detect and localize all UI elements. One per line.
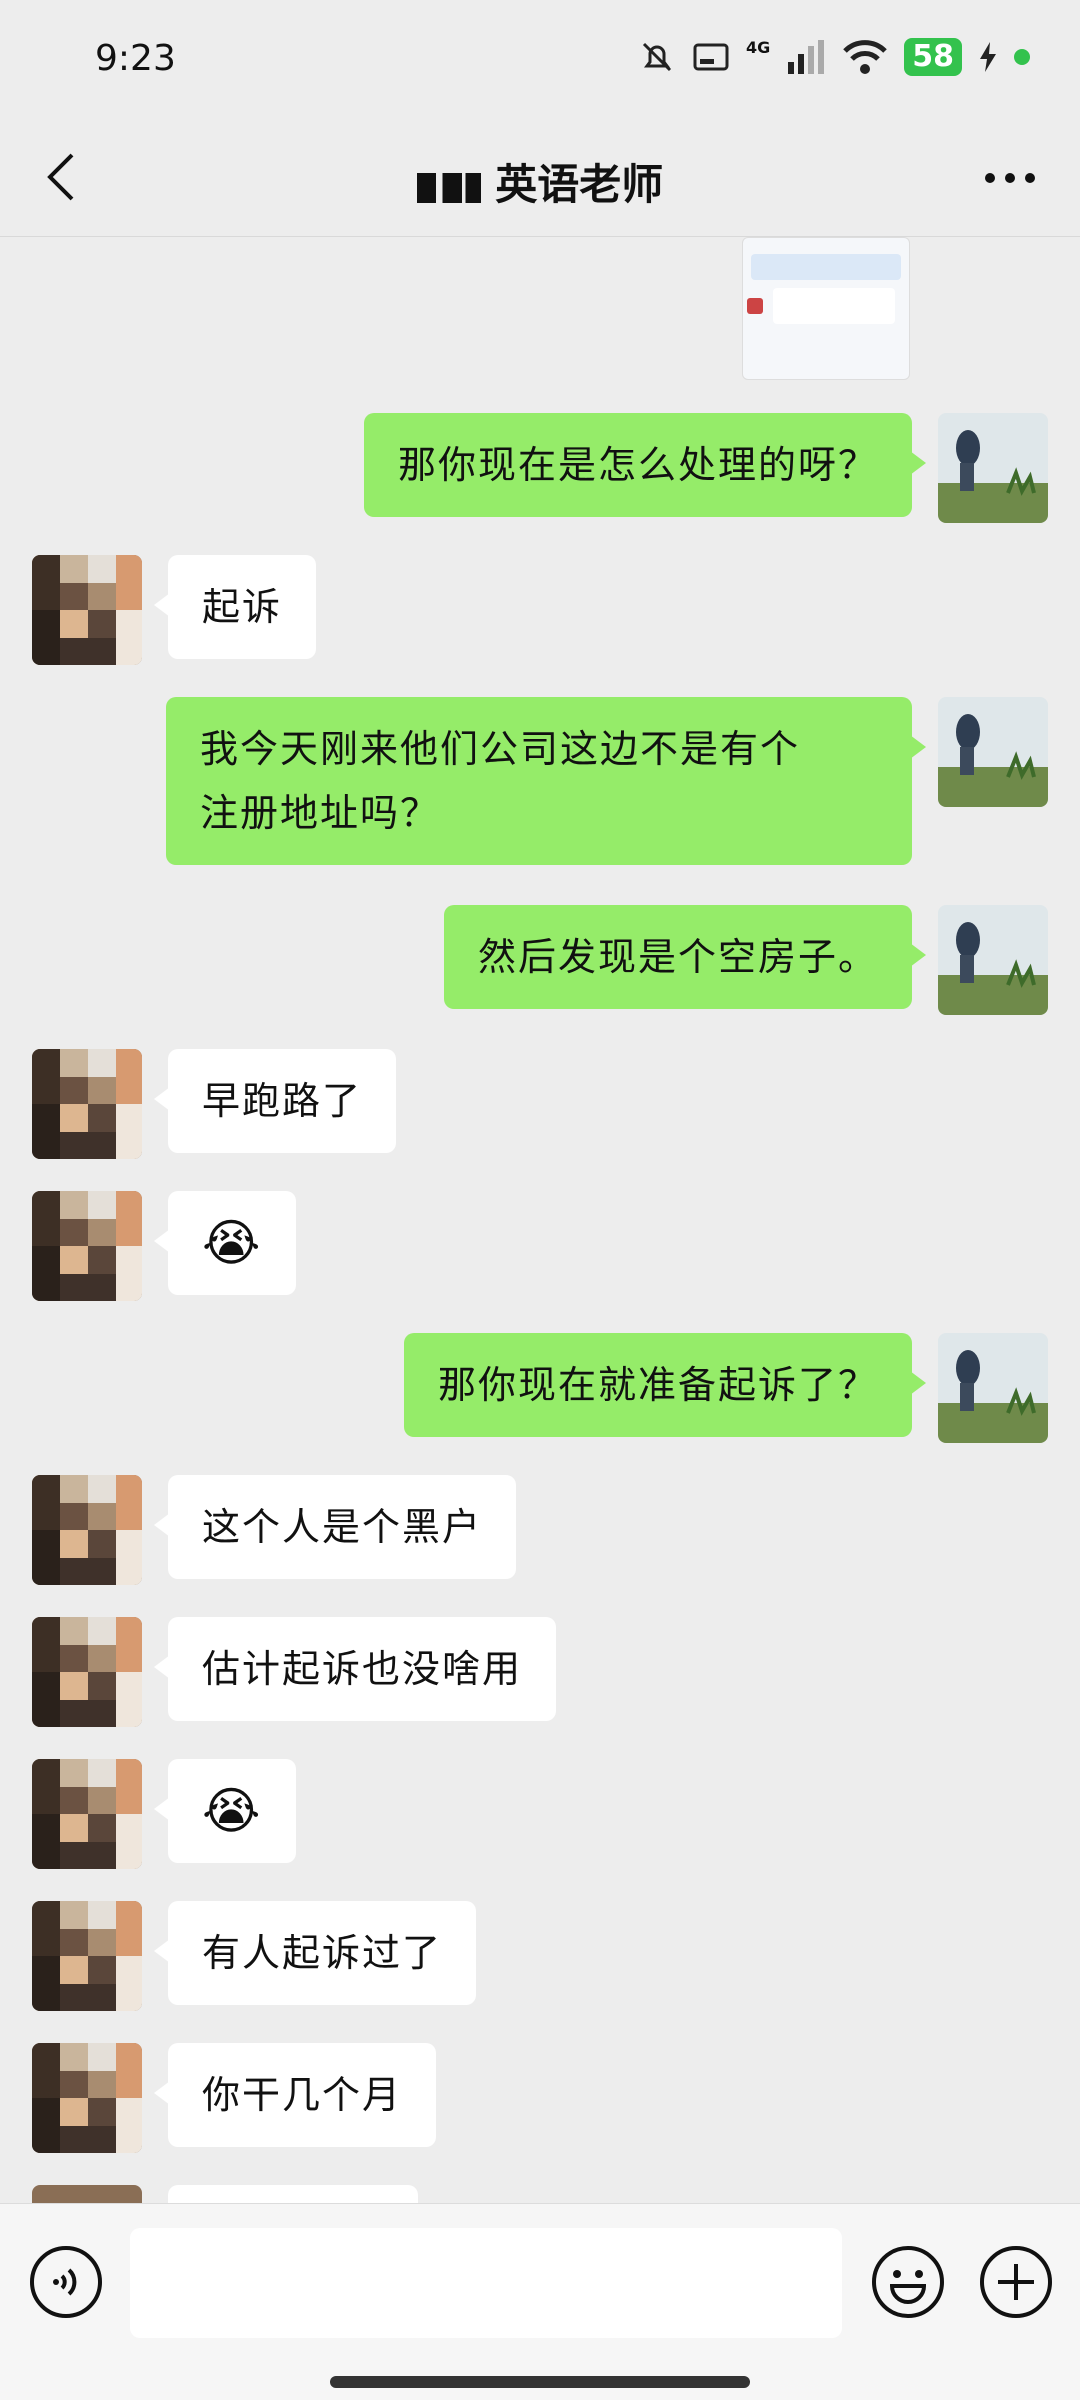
message-bubble-received[interactable]: 这个人是个黑户 bbox=[153, 1475, 517, 1579]
voice-icon[interactable] bbox=[28, 2244, 104, 2320]
message-bubble-received[interactable]: 起诉 bbox=[153, 555, 317, 659]
wifi-icon bbox=[843, 40, 888, 74]
pixelated-avatar-image bbox=[32, 1759, 142, 1869]
contact-avatar[interactable] bbox=[32, 555, 142, 665]
chat-title-text: 英语老师 bbox=[495, 160, 664, 209]
emoji-icon[interactable] bbox=[870, 2244, 946, 2320]
avatar-image bbox=[938, 1333, 1048, 1443]
status-time: 9:23 bbox=[95, 38, 176, 79]
contact-avatar[interactable] bbox=[32, 1759, 142, 1869]
pixelated-avatar-image bbox=[32, 1049, 142, 1159]
my-avatar[interactable] bbox=[938, 1333, 1048, 1443]
charging-icon bbox=[980, 42, 996, 72]
pixelated-avatar-image bbox=[32, 2043, 142, 2153]
status-dot bbox=[1014, 49, 1030, 65]
my-avatar[interactable] bbox=[938, 905, 1048, 1015]
redacted-name-block bbox=[416, 172, 481, 203]
battery-level: 58 bbox=[904, 38, 962, 76]
my-avatar[interactable] bbox=[938, 413, 1048, 523]
status-bar: 9:23 4G 58 bbox=[0, 0, 1080, 125]
pixelated-avatar-image bbox=[32, 1191, 142, 1301]
message-bubble-sent[interactable]: 那你现在是怎么处理的呀？ bbox=[363, 413, 927, 517]
more-dots-icon[interactable] bbox=[980, 153, 1040, 203]
pixelated-avatar-image bbox=[32, 1901, 142, 2011]
pixelated-avatar-image bbox=[32, 555, 142, 665]
image-message[interactable] bbox=[742, 237, 910, 380]
message-text-line: 我今天刚来他们公司这边不是有个 bbox=[200, 727, 801, 771]
message-bubble-received[interactable]: 有人起诉过了 bbox=[153, 1901, 477, 2005]
message-text-line: 注册地址吗？ bbox=[200, 791, 441, 835]
message-bubble-received-partial[interactable] bbox=[168, 2185, 418, 2203]
input-bar bbox=[0, 2203, 1080, 2400]
contact-avatar[interactable] bbox=[32, 1191, 142, 1301]
avatar-image bbox=[938, 413, 1048, 523]
message-bubble-sent[interactable]: 我今天刚来他们公司这边不是有个 注册地址吗？ bbox=[166, 697, 926, 865]
avatar-image bbox=[938, 697, 1048, 807]
home-indicator[interactable] bbox=[330, 2376, 750, 2388]
mute-bell-icon bbox=[642, 42, 672, 72]
message-bubble-sent[interactable]: 那你现在就准备起诉了？ bbox=[403, 1333, 927, 1437]
message-bubble-received[interactable]: 你干几个月 bbox=[153, 2043, 437, 2147]
message-bubble-received[interactable]: 早跑路了 bbox=[153, 1049, 397, 1153]
message-bubble-sent[interactable]: 然后发现是个空房子。 bbox=[443, 905, 927, 1009]
pixelated-avatar-image bbox=[32, 1617, 142, 1727]
message-input[interactable] bbox=[130, 2228, 842, 2338]
emoji-message-received[interactable]: 😭 bbox=[153, 1191, 297, 1295]
my-avatar[interactable] bbox=[938, 697, 1048, 807]
contact-avatar[interactable] bbox=[32, 2185, 142, 2203]
chat-header: 英语老师 bbox=[0, 125, 1080, 237]
signal-icon bbox=[788, 40, 825, 74]
contact-avatar[interactable] bbox=[32, 1475, 142, 1585]
chat-title: 英语老师 bbox=[0, 151, 1080, 212]
message-list[interactable]: 那你现在是怎么处理的呀？ 起诉 我今天刚来他们公司这边不是有个 注册地址吗？ 然… bbox=[0, 237, 1080, 2203]
message-bubble-received[interactable]: 估计起诉也没啥用 bbox=[153, 1617, 557, 1721]
plus-icon[interactable] bbox=[978, 2244, 1054, 2320]
status-icons: 4G 58 bbox=[638, 38, 1030, 76]
pixelated-avatar-image bbox=[32, 1475, 142, 1585]
avatar-image bbox=[938, 905, 1048, 1015]
screen-icon bbox=[693, 43, 729, 71]
contact-avatar[interactable] bbox=[32, 1901, 142, 2011]
emoji-message-received[interactable]: 😭 bbox=[153, 1759, 297, 1863]
contact-avatar[interactable] bbox=[32, 2043, 142, 2153]
contact-avatar[interactable] bbox=[32, 1617, 142, 1727]
contact-avatar[interactable] bbox=[32, 1049, 142, 1159]
network-type: 4G bbox=[745, 38, 771, 57]
